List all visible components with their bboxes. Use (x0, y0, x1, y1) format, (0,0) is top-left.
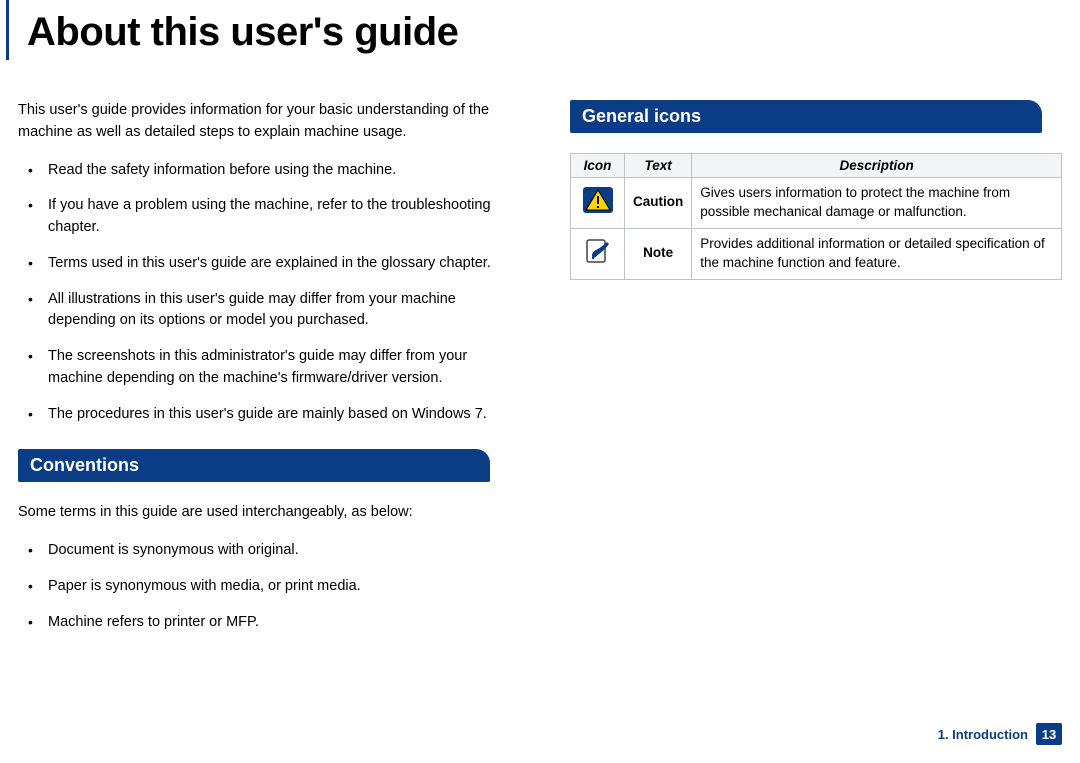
footer-chapter: 1. Introduction (938, 727, 1028, 742)
list-item: If you have a problem using the machine,… (28, 195, 510, 239)
content-columns: This user's guide provides information f… (0, 60, 1080, 647)
section-heading-general-icons: General icons (570, 100, 1042, 133)
list-item: Machine refers to printer or MFP. (28, 612, 510, 634)
icon-description: Provides additional information or detai… (692, 228, 1062, 279)
list-item: The procedures in this user's guide are … (28, 404, 510, 426)
icon-description: Gives users information to protect the m… (692, 178, 1062, 229)
note-icon (584, 253, 612, 268)
list-item: The screenshots in this administrator's … (28, 346, 510, 390)
conventions-bullet-list: Document is synonymous with original. Pa… (18, 540, 510, 633)
conventions-intro: Some terms in this guide are used interc… (18, 502, 510, 524)
footer-page-number: 13 (1036, 723, 1062, 745)
main-bullet-list: Read the safety information before using… (18, 160, 510, 426)
table-header-icon: Icon (571, 154, 625, 178)
table-header-text: Text (625, 154, 692, 178)
page-footer: 1. Introduction 13 (938, 723, 1062, 745)
icon-cell (571, 178, 625, 229)
list-item: Terms used in this user's guide are expl… (28, 253, 510, 275)
table-row: Caution Gives users information to prote… (571, 178, 1062, 229)
icons-table: Icon Text Description (570, 153, 1062, 280)
section-heading-conventions: Conventions (18, 449, 490, 482)
icon-label: Note (625, 228, 692, 279)
page-title: About this user's guide (6, 0, 1080, 60)
left-column: This user's guide provides information f… (18, 100, 510, 647)
table-header-description: Description (692, 154, 1062, 178)
icon-cell (571, 228, 625, 279)
caution-icon (582, 186, 614, 214)
list-item: All illustrations in this user's guide m… (28, 289, 510, 333)
right-column: General icons Icon Text Description (570, 100, 1062, 647)
list-item: Paper is synonymous with media, or print… (28, 576, 510, 598)
icon-label: Caution (625, 178, 692, 229)
list-item: Document is synonymous with original. (28, 540, 510, 562)
table-row: Note Provides additional information or … (571, 228, 1062, 279)
list-item: Read the safety information before using… (28, 160, 510, 182)
intro-paragraph: This user's guide provides information f… (18, 100, 510, 144)
